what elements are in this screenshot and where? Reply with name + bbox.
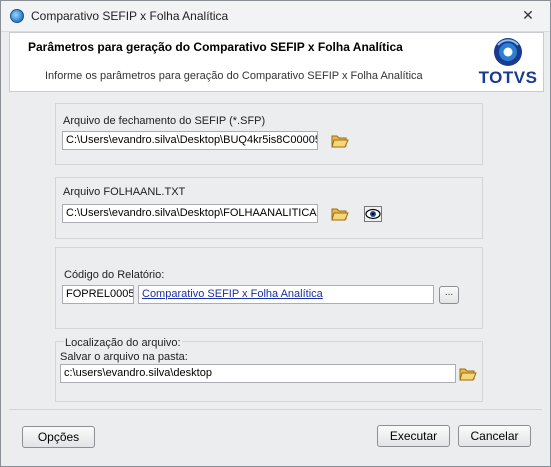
app-globe-icon (10, 9, 24, 23)
relatorio-label: Código do Relatório: (64, 269, 165, 281)
folder-open-icon[interactable] (331, 133, 349, 149)
relatorio-description-field: Comparativo SEFIP x Folha Analítica (138, 285, 434, 304)
relatorio-description-link[interactable]: Comparativo SEFIP x Folha Analítica (142, 288, 323, 300)
logo-text: TOTVS (478, 68, 538, 87)
relatorio-group: Código do Relatório: FOPREL0005 Comparat… (55, 247, 483, 329)
sefip-file-label: Arquivo de fechamento do SEFIP (*.SFP) (63, 115, 266, 127)
relatorio-code-input[interactable]: FOPREL0005 (62, 285, 134, 304)
localizacao-folder-input[interactable]: c:\users\evandro.silva\desktop (60, 364, 456, 383)
header-subtitle: Informe os parâmetros para geração do Co… (45, 70, 423, 82)
totvs-logo-mark-icon (494, 38, 522, 66)
totvs-logo: TOTVS (476, 36, 540, 88)
header-panel: Parâmetros para geração do Comparativo S… (9, 32, 544, 92)
folha-file-group: Arquivo FOLHAANL.TXT C:\Users\evandro.si… (55, 177, 483, 239)
localizacao-label: Localização do arquivo: (64, 337, 182, 349)
folder-open-icon[interactable] (459, 366, 477, 382)
window-title: Comparativo SEFIP x Folha Analítica (31, 9, 229, 23)
view-eye-icon[interactable] (364, 206, 382, 222)
header-title: Parâmetros para geração do Comparativo S… (28, 40, 403, 54)
sefip-file-group: Arquivo de fechamento do SEFIP (*.SFP) C… (55, 103, 483, 165)
localizacao-sublabel: Salvar o arquivo na pasta: (60, 351, 188, 363)
folha-file-input[interactable]: C:\Users\evandro.silva\Desktop\FOLHAANAL… (62, 204, 318, 223)
footer-separator (9, 409, 542, 410)
relatorio-lookup-button[interactable]: ... (439, 286, 459, 304)
execute-button[interactable]: Executar (377, 425, 450, 447)
close-button[interactable]: ✕ (513, 5, 543, 25)
cancel-button[interactable]: Cancelar (458, 425, 531, 447)
localizacao-group: Localização do arquivo: Salvar o arquivo… (55, 337, 483, 402)
folder-open-icon[interactable] (331, 206, 349, 222)
title-bar[interactable]: Comparativo SEFIP x Folha Analítica ✕ (1, 1, 550, 32)
options-button[interactable]: Opções (22, 426, 95, 448)
sefip-file-input[interactable]: C:\Users\evandro.silva\Desktop\BUQ4kr5is… (62, 131, 318, 150)
folha-file-label: Arquivo FOLHAANL.TXT (63, 186, 186, 198)
dialog-window: Comparativo SEFIP x Folha Analítica ✕ Pa… (0, 0, 551, 467)
